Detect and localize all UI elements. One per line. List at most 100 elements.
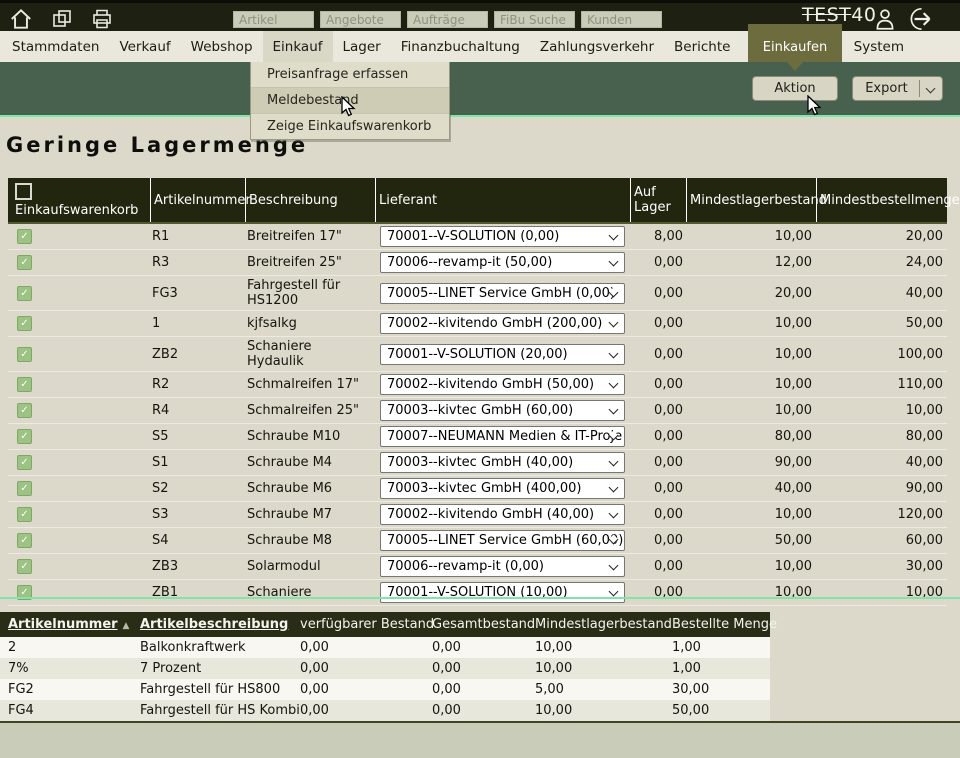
mouse-cursor (341, 96, 358, 118)
column-header-label: verfügbarer Bestand (300, 617, 434, 632)
lieferant-select[interactable]: 70002--kivitendo GmbH (50,00) (380, 374, 625, 395)
lieferant-cell: 70006--revamp-it (50,00) (375, 252, 630, 273)
lieferant-cell: 70006--revamp-it (0,00) (375, 556, 630, 577)
search-input-artikel[interactable] (233, 11, 314, 28)
artikelnummer-cell: S2 (150, 481, 245, 496)
artikelnummer-cell: S5 (150, 429, 245, 444)
beschreibung-cell: Schmalreifen 25" (245, 401, 375, 420)
menubar-item-lager[interactable]: Lager (333, 31, 391, 62)
auf-lager-cell: 0,00 (630, 455, 686, 470)
lieferant-select[interactable]: 70003--kivtec GmbH (40,00) (380, 452, 625, 473)
cart-checkbox[interactable]: ✓ (17, 507, 32, 522)
cart-checkbox[interactable]: ✓ (17, 255, 32, 270)
mindestbestellmenge-cell: 40,00 (816, 455, 947, 470)
artikelnummer-cell: S4 (150, 533, 245, 548)
beschreibung-cell: Schmalreifen 17" (245, 375, 375, 394)
cart-checkbox[interactable]: ✓ (17, 403, 32, 418)
column-header-einkaufswarenkorb: Einkaufswarenkorb (8, 178, 150, 222)
auf-lager-cell: 0,00 (630, 429, 686, 444)
table-row: ✓S2Schraube M670003--kivtec GmbH (400,00… (8, 476, 947, 502)
menubar-item-berichte[interactable]: Berichte (664, 31, 740, 62)
menubar-item-finanzbuchaltung[interactable]: Finanzbuchaltung (391, 31, 530, 62)
select-all-checkbox[interactable] (15, 183, 32, 200)
column-header-artikelnummer[interactable]: Artikelnummer▲ (0, 617, 132, 632)
windows-icon[interactable] (50, 7, 74, 31)
logout-icon[interactable] (906, 5, 936, 33)
chevron-down-icon[interactable] (926, 84, 936, 94)
column-header-artikelbeschreibung[interactable]: Artikelbeschreibung (132, 617, 292, 632)
print-icon[interactable] (90, 7, 114, 31)
low-stock-table-body: ✓R1Breitreifen 17"70001--V-SOLUTION (0,0… (8, 224, 947, 606)
search-input-fibu-suche[interactable] (494, 11, 575, 28)
mindestlagerbestand-cell: 50,00 (686, 533, 816, 548)
lieferant-select[interactable]: 70003--kivtec GmbH (60,00) (380, 400, 625, 421)
lieferant-select[interactable]: 70001--V-SOLUTION (20,00) (380, 344, 625, 365)
client-name-struck: TEST (802, 4, 851, 26)
cart-checkbox-cell: ✓ (8, 559, 150, 574)
cart-checkbox[interactable]: ✓ (17, 429, 32, 444)
chevron-down-icon (609, 405, 619, 415)
lieferant-select[interactable]: 70005--LINET Service GmbH (0,00) (380, 283, 625, 304)
search-input-kunden[interactable] (581, 11, 662, 28)
separator-line (0, 597, 960, 599)
cart-checkbox-cell: ✓ (8, 377, 150, 392)
export-button-divider (919, 80, 920, 97)
table-row: ✓S4Schraube M870005--LINET Service GmbH … (8, 528, 947, 554)
verfuegbarer-bestand-cell: 0,00 (292, 703, 424, 718)
lieferant-select[interactable]: 70003--kivtec GmbH (400,00) (380, 478, 625, 499)
mindestlagerbestand-cell: 10,00 (686, 559, 816, 574)
cart-checkbox[interactable]: ✓ (17, 533, 32, 548)
lieferant-select[interactable]: 70002--kivitendo GmbH (200,00) (380, 313, 625, 334)
lieferant-select[interactable]: 70006--revamp-it (50,00) (380, 252, 625, 273)
lieferant-cell: 70002--kivitendo GmbH (200,00) (375, 313, 630, 334)
cart-checkbox[interactable]: ✓ (17, 559, 32, 574)
dropdown-item-preisanfrage-erfassen[interactable]: Preisanfrage erfassen (251, 62, 449, 88)
chevron-down-icon (609, 587, 619, 597)
cart-checkbox[interactable]: ✓ (17, 481, 32, 496)
cart-checkbox[interactable]: ✓ (17, 347, 32, 362)
einkaufen-tooltip-label: Einkaufen (763, 40, 827, 55)
menubar-item-stammdaten[interactable]: Stammdaten (2, 31, 109, 62)
cart-checkbox-cell: ✓ (8, 229, 150, 244)
menubar-item-zahlungsverkehr[interactable]: Zahlungsverkehr (530, 31, 664, 62)
mindestbestellmenge-cell: 50,00 (816, 316, 947, 331)
lieferant-select[interactable]: 70002--kivitendo GmbH (40,00) (380, 504, 625, 525)
low-stock-table: EinkaufswarenkorbArtikelnummerBeschreibu… (8, 178, 947, 606)
cart-checkbox[interactable]: ✓ (17, 286, 32, 301)
cart-checkbox[interactable]: ✓ (17, 316, 32, 331)
mindestbestellmenge-cell: 30,00 (816, 559, 947, 574)
search-input-auftr-ge[interactable] (407, 11, 488, 28)
table-row: 2Balkonkraftwerk0,000,0010,001,00 (0, 637, 770, 658)
menubar-item-verkauf[interactable]: Verkauf (109, 31, 180, 62)
lieferant-select[interactable]: 70006--revamp-it (0,00) (380, 556, 625, 577)
lieferant-select[interactable]: 70001--V-SOLUTION (0,00) (380, 226, 625, 247)
cart-checkbox[interactable]: ✓ (17, 455, 32, 470)
bestellte-menge-cell: 50,00 (664, 703, 770, 718)
cart-checkbox-cell: ✓ (8, 481, 150, 496)
auf-lager-cell: 0,00 (630, 533, 686, 548)
table-row: ✓ZB2Schaniere Hydaulik70001--V-SOLUTION … (8, 337, 947, 372)
user-icon[interactable] (872, 6, 898, 32)
lieferant-cell: 70001--V-SOLUTION (10,00) (375, 582, 630, 603)
cart-checkbox[interactable]: ✓ (17, 377, 32, 392)
bestellte-menge-cell: 1,00 (664, 640, 770, 655)
cart-checkbox[interactable]: ✓ (17, 229, 32, 244)
home-icon[interactable] (8, 6, 34, 32)
verfuegbarer-bestand-cell: 0,00 (292, 640, 424, 655)
menubar-item-system[interactable]: System (844, 31, 914, 62)
export-button[interactable]: Export (852, 76, 943, 101)
mindestlagerbestand-cell: 20,00 (686, 286, 816, 301)
menubar-item-einkauf[interactable]: Einkauf (263, 31, 333, 62)
mindestlagerbestand-cell: 40,00 (686, 481, 816, 496)
artikelnummer-cell: R2 (150, 377, 245, 392)
lieferant-select[interactable]: 70005--LINET Service GmbH (60,00) (380, 530, 625, 551)
aktion-button[interactable]: Aktion (752, 76, 838, 101)
column-header-lieferant: Lieferant (375, 178, 630, 222)
lieferant-select[interactable]: 70007--NEUMANN Medien & IT-Proje (380, 426, 625, 447)
chevron-down-icon (609, 457, 619, 467)
lieferant-select[interactable]: 70001--V-SOLUTION (10,00) (380, 582, 625, 603)
client-name[interactable]: TEST40 (802, 4, 876, 26)
artikelnummer-cell: FG4 (0, 703, 132, 718)
menubar-item-webshop[interactable]: Webshop (181, 31, 263, 62)
search-input-angebote[interactable] (320, 11, 401, 28)
